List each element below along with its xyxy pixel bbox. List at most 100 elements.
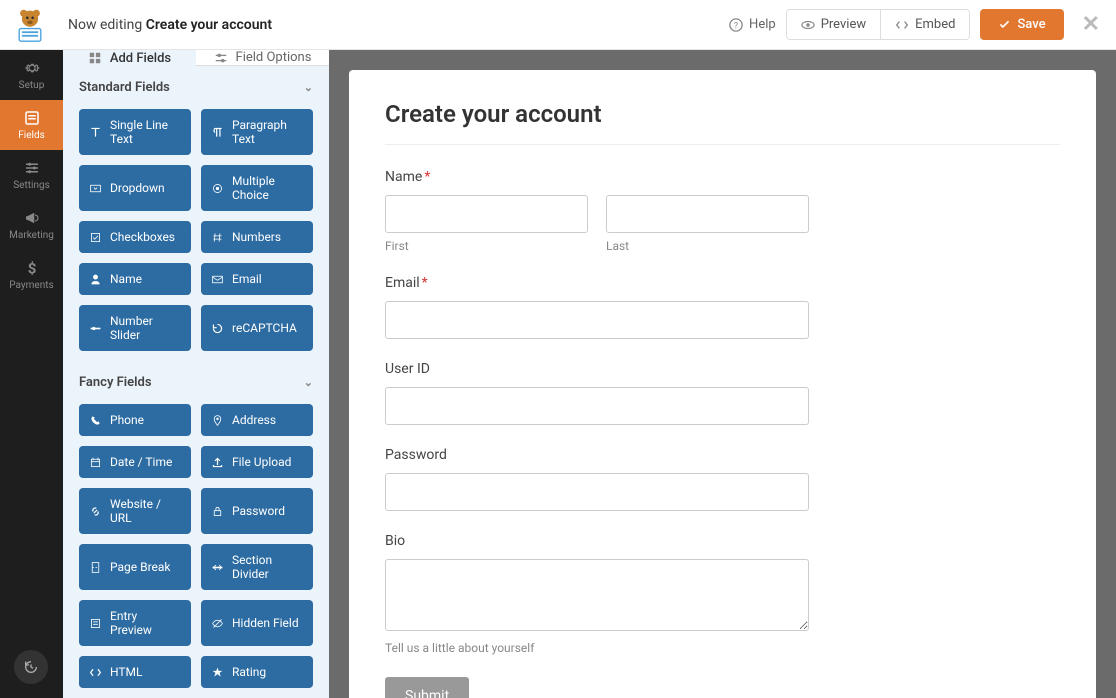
- chevron-down-icon: ⌄: [304, 376, 313, 389]
- dollar-icon: $: [23, 259, 41, 277]
- form-name-text: Create your account: [146, 17, 272, 33]
- field-name[interactable]: Name: [79, 263, 191, 295]
- top-bar: Now editing Create your account ? Help P…: [0, 0, 1116, 50]
- calendar-icon: [89, 456, 102, 469]
- password-input[interactable]: [385, 473, 809, 511]
- email-input[interactable]: [385, 301, 809, 339]
- radio-icon: [211, 182, 224, 195]
- text-icon: [89, 126, 102, 139]
- field-phone[interactable]: Phone: [79, 404, 191, 436]
- bio-label: Bio: [385, 533, 1060, 549]
- dropdown-icon: [89, 182, 102, 195]
- field-address[interactable]: Address: [201, 404, 313, 436]
- field-datetime[interactable]: Date / Time: [79, 446, 191, 478]
- field-password[interactable]: Password: [201, 488, 313, 534]
- preview-icon: [89, 617, 102, 630]
- nav-marketing[interactable]: Marketing: [0, 200, 63, 250]
- field-numbers[interactable]: Numbers: [201, 221, 313, 253]
- nav-payments[interactable]: $ Payments: [0, 250, 63, 300]
- nav-settings[interactable]: Settings: [0, 150, 63, 200]
- svg-text:$: $: [27, 259, 36, 277]
- lock-icon: [211, 505, 224, 518]
- slider-icon: [89, 322, 102, 335]
- field-userid-block[interactable]: User ID: [385, 361, 1060, 425]
- user-icon: [89, 273, 102, 286]
- eye-off-icon: [211, 617, 224, 630]
- embed-button[interactable]: Embed: [880, 10, 969, 39]
- field-name-block[interactable]: Name* First Last: [385, 169, 1060, 253]
- field-bio-block[interactable]: Bio Tell us a little about yourself: [385, 533, 1060, 655]
- preview-button[interactable]: Preview: [787, 10, 880, 39]
- now-editing-text: Now editing: [68, 17, 142, 33]
- form-preview: Create your account Name* First Last Ema…: [349, 70, 1096, 698]
- name-label: Name*: [385, 169, 1060, 185]
- main: Setup Fields Settings Marketing $ Paymen…: [0, 50, 1116, 698]
- field-html[interactable]: HTML: [79, 656, 191, 688]
- first-sub: First: [385, 239, 588, 253]
- tab-add-fields[interactable]: Add Fields: [63, 50, 196, 66]
- last-name-input[interactable]: [606, 195, 809, 233]
- field-section-divider[interactable]: Section Divider: [201, 544, 313, 590]
- nav-fields[interactable]: Fields: [0, 100, 63, 150]
- section-standard-header[interactable]: Standard Fields ⌄: [79, 80, 313, 95]
- field-number-slider[interactable]: Number Slider: [79, 305, 191, 351]
- help-text: Help: [749, 17, 776, 32]
- tab-field-options[interactable]: Field Options: [196, 50, 329, 66]
- section-standard: Standard Fields ⌄: [63, 66, 329, 109]
- panel-tabs: Add Fields Field Options: [63, 50, 329, 66]
- field-multiple-choice[interactable]: Multiple Choice: [201, 165, 313, 211]
- upload-icon: [211, 456, 224, 469]
- paragraph-icon: [211, 126, 224, 139]
- field-hidden[interactable]: Hidden Field: [201, 600, 313, 646]
- first-name-input[interactable]: [385, 195, 588, 233]
- checkbox-icon: [89, 231, 102, 244]
- field-password-block[interactable]: Password: [385, 447, 1060, 511]
- fields-panel: Add Fields Field Options Standard Fields…: [63, 50, 329, 698]
- field-dropdown[interactable]: Dropdown: [79, 165, 191, 211]
- required-mark: *: [422, 275, 428, 291]
- code-icon: [895, 18, 909, 32]
- phone-icon: [89, 414, 102, 427]
- field-page-break[interactable]: Page Break: [79, 544, 191, 590]
- userid-input[interactable]: [385, 387, 809, 425]
- section-fancy-header[interactable]: Fancy Fields ⌄: [79, 375, 313, 390]
- bio-textarea[interactable]: [385, 559, 809, 631]
- chevron-down-icon: ⌄: [304, 81, 313, 94]
- email-label: Email*: [385, 275, 1060, 291]
- page-icon: [89, 561, 102, 574]
- field-recaptcha[interactable]: reCAPTCHA: [201, 305, 313, 351]
- star-icon: [211, 666, 224, 679]
- field-file-upload[interactable]: File Upload: [201, 446, 313, 478]
- field-email[interactable]: Email: [201, 263, 313, 295]
- button-group: Preview Embed: [786, 9, 971, 40]
- field-rating[interactable]: Rating: [201, 656, 313, 688]
- topbar-right: ? Help Preview Embed Save ✕: [729, 9, 1100, 40]
- standard-grid: Single Line Text Paragraph Text Dropdown…: [63, 109, 329, 361]
- help-link[interactable]: ? Help: [729, 17, 776, 32]
- field-checkboxes[interactable]: Checkboxes: [79, 221, 191, 253]
- field-paragraph[interactable]: Paragraph Text: [201, 109, 313, 155]
- logo: [12, 7, 48, 43]
- editing-label: Now editing Create your account: [68, 17, 272, 33]
- close-icon[interactable]: ✕: [1082, 12, 1100, 37]
- form-icon: [23, 109, 41, 127]
- check-icon: [998, 18, 1011, 31]
- required-mark: *: [424, 169, 430, 185]
- save-button[interactable]: Save: [980, 9, 1063, 40]
- field-single-line[interactable]: Single Line Text: [79, 109, 191, 155]
- submit-button[interactable]: Submit: [385, 677, 469, 698]
- section-fancy: Fancy Fields ⌄: [63, 361, 329, 404]
- eye-icon: [801, 18, 815, 32]
- sliders-icon: [23, 159, 41, 177]
- fancy-grid: Phone Address Date / Time File Upload We…: [63, 404, 329, 698]
- field-entry-preview[interactable]: Entry Preview: [79, 600, 191, 646]
- gear-icon: [23, 59, 41, 77]
- options-icon: [214, 51, 228, 65]
- nav-setup[interactable]: Setup: [0, 50, 63, 100]
- history-icon: [23, 659, 39, 675]
- field-email-block[interactable]: Email*: [385, 275, 1060, 339]
- vertical-nav: Setup Fields Settings Marketing $ Paymen…: [0, 50, 63, 698]
- canvas: Create your account Name* First Last Ema…: [329, 50, 1116, 698]
- field-website[interactable]: Website / URL: [79, 488, 191, 534]
- history-button[interactable]: [14, 650, 48, 684]
